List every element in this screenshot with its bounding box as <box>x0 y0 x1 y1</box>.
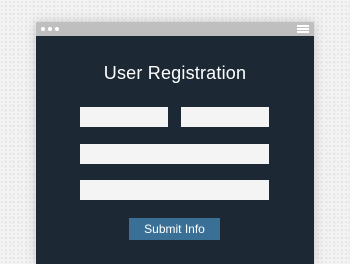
window-control-dot-icon[interactable] <box>41 27 45 31</box>
last-name-input[interactable] <box>181 107 269 127</box>
email-input[interactable] <box>80 144 269 164</box>
hamburger-menu-icon[interactable] <box>297 25 309 33</box>
window-control-dot-icon[interactable] <box>48 27 52 31</box>
window-titlebar <box>36 22 314 36</box>
menu-line <box>297 31 309 33</box>
menu-line <box>297 28 309 30</box>
form-title: User Registration <box>103 63 247 83</box>
password-input[interactable] <box>80 180 269 200</box>
first-name-input[interactable] <box>80 107 168 127</box>
window-control-dot-icon[interactable] <box>55 27 59 31</box>
submit-button[interactable]: Submit Info <box>129 218 220 240</box>
menu-line <box>297 25 309 27</box>
browser-window: User Registration Submit Info <box>36 22 314 264</box>
